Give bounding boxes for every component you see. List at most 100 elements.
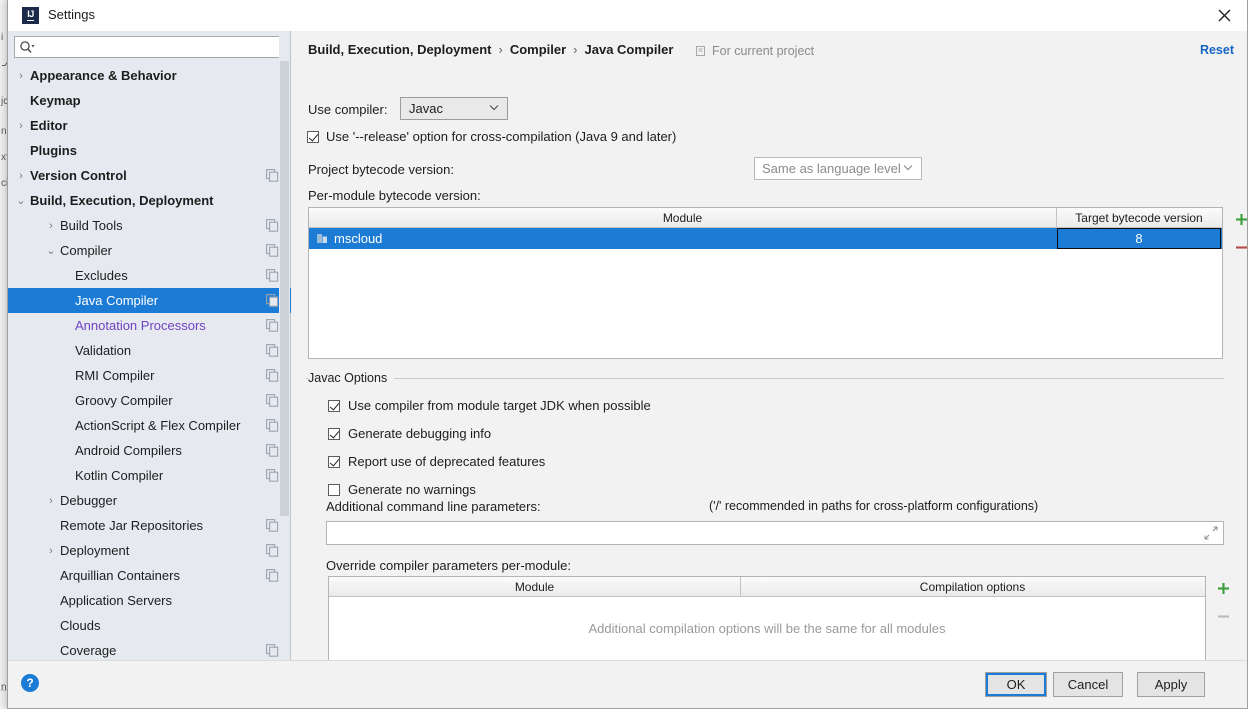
per-module-bytecode-table[interactable]: Module Target bytecode version mscloud 8 xyxy=(308,207,1223,359)
sidebar-item-label: Build Tools xyxy=(60,218,123,233)
table-row[interactable]: mscloud 8 xyxy=(309,228,1222,249)
sidebar-item-application-servers[interactable]: Application Servers xyxy=(8,588,291,613)
sidebar-item-debugger[interactable]: › Debugger xyxy=(8,488,291,513)
sidebar-item-coverage[interactable]: Coverage xyxy=(8,638,291,661)
sidebar-item-build-execution-deployment[interactable]: ⌄ Build, Execution, Deployment xyxy=(8,188,291,213)
sidebar-item-actionscript-flex-compiler[interactable]: ActionScript & Flex Compiler xyxy=(8,413,291,438)
sidebar-item-label: Keymap xyxy=(30,93,81,108)
chevron-down-icon[interactable]: ⌄ xyxy=(45,244,57,257)
sidebar-item-deployment[interactable]: › Deployment xyxy=(8,538,291,563)
breadcrumb-item-1[interactable]: Build, Execution, Deployment xyxy=(308,42,491,57)
checkbox-use-compiler-from-module-target-jdk-when-possible[interactable]: Use compiler from module target JDK when… xyxy=(328,398,651,413)
help-button[interactable]: ? xyxy=(21,674,39,692)
copy-settings-icon xyxy=(266,169,279,182)
add-override-button[interactable] xyxy=(1211,576,1235,600)
additional-params-input[interactable] xyxy=(326,521,1224,545)
use-compiler-label: Use compiler: xyxy=(308,102,388,117)
search-input[interactable] xyxy=(14,36,284,58)
chevron-right-icon[interactable]: › xyxy=(15,120,27,132)
remove-module-button[interactable] xyxy=(1229,235,1248,259)
sidebar-item-excludes[interactable]: Excludes xyxy=(8,263,291,288)
sidebar-item-plugins[interactable]: Plugins xyxy=(8,138,291,163)
settings-main-panel: Build, Execution, Deployment › Compiler … xyxy=(292,31,1248,665)
sidebar-item-build-tools[interactable]: › Build Tools xyxy=(8,213,291,238)
sidebar-item-editor[interactable]: › Editor xyxy=(8,113,291,138)
ok-button[interactable]: OK xyxy=(985,672,1047,697)
sidebar-item-appearance-behavior[interactable]: › Appearance & Behavior xyxy=(8,63,291,88)
project-bytecode-version-label: Project bytecode version: xyxy=(308,162,454,177)
use-compiler-dropdown[interactable]: Javac xyxy=(400,97,508,120)
sidebar-item-clouds[interactable]: Clouds xyxy=(8,613,291,638)
checkbox-report-use-of-deprecated-features[interactable]: Report use of deprecated features xyxy=(328,454,545,469)
module-name-cell[interactable]: mscloud xyxy=(309,228,1057,249)
settings-sidebar: › Appearance & Behavior Keymap › Editor Plugi… xyxy=(8,31,291,661)
use-compiler-value: Javac xyxy=(409,101,443,116)
copy-settings-icon xyxy=(266,294,279,307)
cancel-button[interactable]: Cancel xyxy=(1053,672,1123,697)
copy-settings-icon xyxy=(266,419,279,432)
for-current-project-text: For current project xyxy=(712,44,815,58)
sidebar-item-version-control[interactable]: › Version Control xyxy=(8,163,291,188)
module-name: mscloud xyxy=(334,231,383,246)
copy-settings-icon xyxy=(266,369,279,382)
sidebar-item-label: Annotation Processors xyxy=(75,318,206,333)
checkbox-generate-no-warnings[interactable]: Generate no warnings xyxy=(328,482,476,497)
module-icon xyxy=(317,234,327,243)
add-module-button[interactable] xyxy=(1229,207,1248,231)
checkbox-box xyxy=(328,483,340,496)
sidebar-item-groovy-compiler[interactable]: Groovy Compiler xyxy=(8,388,291,413)
chevron-right-icon[interactable]: › xyxy=(45,220,57,232)
reset-link[interactable]: Reset xyxy=(1200,43,1234,57)
column-header-module[interactable]: Module xyxy=(329,577,741,596)
sidebar-item-arquillian-containers[interactable]: Arquillian Containers xyxy=(8,563,291,588)
copy-settings-icon xyxy=(266,469,279,482)
per-module-bytecode-label: Per-module bytecode version: xyxy=(308,188,481,203)
checkbox-generate-debugging-info[interactable]: Generate debugging info xyxy=(328,426,491,441)
sidebar-item-remote-jar-repositories[interactable]: Remote Jar Repositories xyxy=(8,513,291,538)
chevron-right-icon[interactable]: › xyxy=(15,70,27,82)
javac-options-title: Javac Options xyxy=(308,371,395,385)
chevron-right-icon[interactable]: › xyxy=(15,170,27,182)
copy-settings-icon xyxy=(266,569,279,582)
copy-settings-icon xyxy=(266,344,279,357)
sidebar-scrollbar[interactable] xyxy=(279,31,290,661)
sidebar-scrollbar-thumb[interactable] xyxy=(280,61,289,516)
apply-button[interactable]: Apply xyxy=(1137,672,1205,697)
settings-dialog: IJ Settings › Appearance & Behavior Keymap… xyxy=(7,0,1248,709)
sidebar-item-validation[interactable]: Validation xyxy=(8,338,291,363)
close-icon[interactable] xyxy=(1202,0,1247,31)
use-release-option-label: Use '--release' option for cross-compila… xyxy=(326,129,677,144)
override-params-table[interactable]: Module Compilation options Additional co… xyxy=(328,576,1206,665)
sidebar-item-java-compiler[interactable]: Java Compiler xyxy=(8,288,291,313)
breadcrumb-item-3[interactable]: Java Compiler xyxy=(585,42,674,57)
column-header-target-bytecode-version[interactable]: Target bytecode version xyxy=(1057,208,1221,227)
copy-settings-icon xyxy=(266,269,279,282)
sidebar-item-rmi-compiler[interactable]: RMI Compiler xyxy=(8,363,291,388)
column-header-module[interactable]: Module xyxy=(309,208,1057,227)
additional-params-hint: ('/' recommended in paths for cross-plat… xyxy=(709,499,1039,513)
sidebar-item-compiler[interactable]: ⌄ Compiler xyxy=(8,238,291,263)
chevron-down-icon[interactable]: ⌄ xyxy=(15,194,27,207)
sidebar-item-android-compilers[interactable]: Android Compilers xyxy=(8,438,291,463)
chevron-right-icon[interactable]: › xyxy=(45,495,57,507)
use-release-option-checkbox[interactable]: Use '--release' option for cross-compila… xyxy=(307,129,676,144)
target-bytecode-cell[interactable]: 8 xyxy=(1057,228,1221,249)
copy-settings-icon xyxy=(266,544,279,557)
close-glyph xyxy=(1218,9,1231,22)
breadcrumb-separator: › xyxy=(573,42,578,57)
chevron-down-icon xyxy=(489,105,499,111)
sidebar-item-label: Appearance & Behavior xyxy=(30,68,177,83)
override-params-label: Override compiler parameters per-module: xyxy=(326,558,571,573)
copy-settings-icon xyxy=(266,444,279,457)
sidebar-item-kotlin-compiler[interactable]: Kotlin Compiler xyxy=(8,463,291,488)
checkbox-box xyxy=(328,399,340,412)
sidebar-item-annotation-processors[interactable]: Annotation Processors xyxy=(8,313,291,338)
project-bytecode-version-dropdown[interactable]: Same as language level xyxy=(754,157,922,180)
minus-icon xyxy=(1217,614,1229,618)
chevron-right-icon[interactable]: › xyxy=(45,545,57,557)
column-header-compilation-options[interactable]: Compilation options xyxy=(741,577,1204,596)
sidebar-item-label: Groovy Compiler xyxy=(75,393,173,408)
breadcrumb-item-2[interactable]: Compiler xyxy=(510,42,566,57)
checkbox-box xyxy=(328,455,340,468)
sidebar-item-keymap[interactable]: Keymap xyxy=(8,88,291,113)
